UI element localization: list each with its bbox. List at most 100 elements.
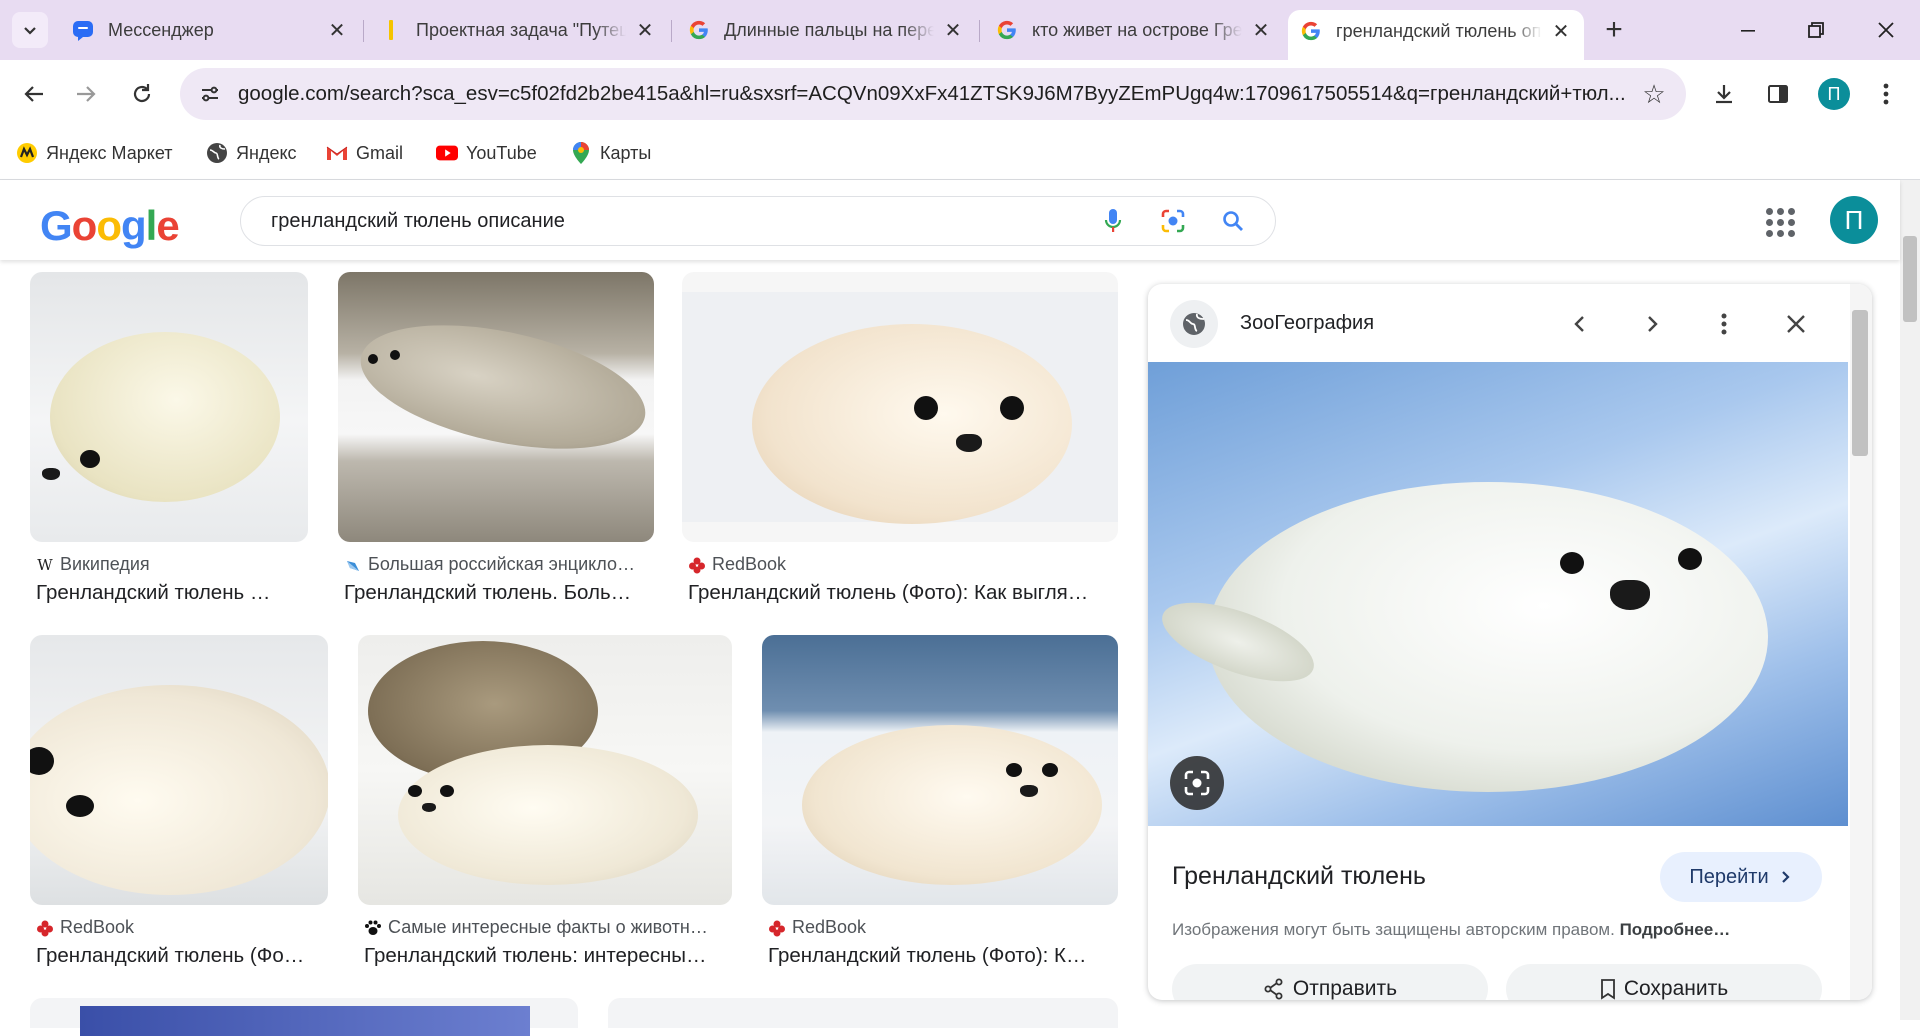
result-title[interactable]: Гренландский тюлень: интересны… xyxy=(358,944,732,968)
site-info-icon[interactable] xyxy=(190,74,230,114)
tab-divider xyxy=(363,20,364,42)
image-result-card-partial[interactable] xyxy=(608,998,1118,1028)
lens-icon[interactable] xyxy=(1170,756,1224,810)
result-thumbnail[interactable] xyxy=(30,272,308,542)
search-icon[interactable] xyxy=(1215,203,1251,239)
save-button[interactable]: Сохранить xyxy=(1506,964,1822,1000)
result-source[interactable]: RedBook xyxy=(762,917,1118,938)
menu-button[interactable] xyxy=(1866,74,1906,114)
share-button[interactable]: Отправить xyxy=(1172,964,1488,1000)
result-thumbnail[interactable] xyxy=(358,635,732,905)
new-tab-button[interactable]: + xyxy=(1596,12,1632,48)
globe-icon xyxy=(1170,300,1218,348)
maps-pin-icon xyxy=(570,142,592,164)
result-source[interactable]: RedBook xyxy=(30,917,328,938)
image-preview-panel: ЗооГеография Гренландский тюлень Перейти… xyxy=(1148,284,1872,1000)
visit-button[interactable]: Перейти xyxy=(1660,852,1822,902)
reload-button[interactable] xyxy=(122,74,162,114)
redbook-icon xyxy=(768,919,786,937)
close-tab-icon[interactable]: ✕ xyxy=(1550,20,1572,43)
image-result-card[interactable]: RedBook Гренландский тюлень (Фото): Как … xyxy=(682,272,1118,605)
search-input[interactable]: гренландский тюлень описание xyxy=(241,210,1095,233)
kebab-menu-icon xyxy=(1883,83,1889,105)
result-title[interactable]: Гренландский тюлень … xyxy=(30,581,308,605)
share-label: Отправить xyxy=(1292,977,1398,1000)
google-logo[interactable]: Google xyxy=(40,202,180,250)
restore-button[interactable] xyxy=(1792,8,1840,52)
result-thumbnail[interactable] xyxy=(762,635,1118,905)
panel-scroll-thumb[interactable] xyxy=(1852,310,1868,456)
learn-more-link[interactable]: Подробнее… xyxy=(1620,920,1731,939)
messenger-icon xyxy=(72,19,94,41)
google-g-icon xyxy=(688,19,710,41)
side-panel-button[interactable] xyxy=(1758,74,1798,114)
result-title[interactable]: Гренландский тюлень (Фото): К… xyxy=(762,944,1118,968)
bookmark-youtube[interactable]: YouTube xyxy=(436,138,537,168)
downloads-button[interactable] xyxy=(1704,74,1744,114)
minimize-icon xyxy=(1741,30,1755,32)
result-thumbnail[interactable] xyxy=(338,272,654,542)
close-tab-icon[interactable]: ✕ xyxy=(326,19,348,42)
back-button[interactable] xyxy=(14,74,54,114)
share-icon xyxy=(1264,978,1283,1000)
page-scroll-thumb[interactable] xyxy=(1903,236,1917,322)
close-window-button[interactable] xyxy=(1862,8,1910,52)
account-avatar[interactable]: П xyxy=(1830,196,1878,244)
voice-search-icon[interactable] xyxy=(1095,203,1131,239)
google-apps-icon[interactable] xyxy=(1762,204,1798,240)
panel-site-name[interactable]: ЗооГеография xyxy=(1240,312,1374,335)
bookmark-label: Яндекс Маркет xyxy=(46,142,173,163)
profile-button[interactable]: П xyxy=(1818,78,1850,110)
result-source[interactable]: W Википедия xyxy=(30,554,308,575)
source-label: Википедия xyxy=(60,554,150,574)
paw-icon xyxy=(364,919,382,937)
forward-button[interactable] xyxy=(66,74,106,114)
save-label: Сохранить xyxy=(1623,977,1729,1000)
bookmark-star-icon[interactable]: ☆ xyxy=(1634,74,1674,114)
bookmark-maps[interactable]: Карты xyxy=(570,138,651,168)
result-thumbnail[interactable] xyxy=(682,272,1118,542)
result-title[interactable]: Гренландский тюлень (Фо… xyxy=(30,944,328,968)
lens-search-icon[interactable] xyxy=(1155,203,1191,239)
tab-search-button[interactable] xyxy=(12,12,48,48)
chevron-left-icon[interactable] xyxy=(1560,304,1600,344)
tab-divider xyxy=(979,20,980,42)
chevron-right-icon[interactable] xyxy=(1632,304,1672,344)
bookmark-yandex-market[interactable]: Яндекс Маркет xyxy=(16,138,172,168)
preview-image[interactable] xyxy=(1148,362,1848,826)
close-tab-icon[interactable]: ✕ xyxy=(1250,19,1272,42)
bookmark-gmail[interactable]: Gmail xyxy=(326,138,403,168)
image-result-card[interactable]: Самые интересные факты о животн… Гренлан… xyxy=(358,635,732,968)
copyright-notice: Изображения могут быть защищены авторски… xyxy=(1172,920,1730,940)
result-title[interactable]: Гренландский тюлень. Боль… xyxy=(338,581,654,605)
tab-greenland[interactable]: кто живет на острове Гренл… ✕ xyxy=(984,10,1284,50)
tab-messenger[interactable]: Мессенджер ✕ xyxy=(60,10,360,50)
tab-project[interactable]: Проектная задача "Путешествие" ✕ xyxy=(368,10,668,50)
panel-title[interactable]: Гренландский тюлень xyxy=(1172,862,1426,891)
more-options-icon[interactable] xyxy=(1704,304,1744,344)
image-result-card[interactable]: W Википедия Гренландский тюлень … xyxy=(30,272,308,605)
image-result-card[interactable]: Большая российская энцикло… Гренландский… xyxy=(338,272,654,605)
result-source[interactable]: Большая российская энцикло… xyxy=(338,554,654,575)
bookmark-yandex[interactable]: Яндекс xyxy=(206,138,297,168)
image-result-card[interactable]: RedBook Гренландский тюлень (Фото): К… xyxy=(762,635,1118,968)
close-tab-icon[interactable]: ✕ xyxy=(634,19,656,42)
image-result-card[interactable]: RedBook Гренландский тюлень (Фо… xyxy=(30,635,328,968)
result-source[interactable]: Самые интересные факты о животн… xyxy=(358,917,732,938)
tab-seal-active[interactable]: гренландский тюлень описание ✕ xyxy=(1288,10,1584,60)
visit-label: Перейти xyxy=(1689,865,1769,888)
image-result-card-partial[interactable] xyxy=(30,998,578,1036)
chevron-right-icon xyxy=(1781,871,1790,883)
close-tab-icon[interactable]: ✕ xyxy=(942,19,964,42)
result-title[interactable]: Гренландский тюлень (Фото): Как выгля… xyxy=(682,581,1118,605)
close-panel-icon[interactable] xyxy=(1776,304,1816,344)
result-source[interactable]: RedBook xyxy=(682,554,1118,575)
address-bar[interactable]: google.com/search?sca_esv=c5f02fd2b2be41… xyxy=(180,68,1686,120)
browser-toolbar: google.com/search?sca_esv=c5f02fd2b2be41… xyxy=(0,60,1920,128)
result-thumbnail[interactable] xyxy=(30,635,328,905)
url-text[interactable]: google.com/search?sca_esv=c5f02fd2b2be41… xyxy=(238,82,1634,106)
tab-fingers[interactable]: Длинные пальцы на перед… ✕ xyxy=(676,10,976,50)
search-box[interactable]: гренландский тюлень описание xyxy=(240,196,1276,246)
minimize-button[interactable] xyxy=(1724,8,1772,52)
source-label: RedBook xyxy=(60,917,135,937)
